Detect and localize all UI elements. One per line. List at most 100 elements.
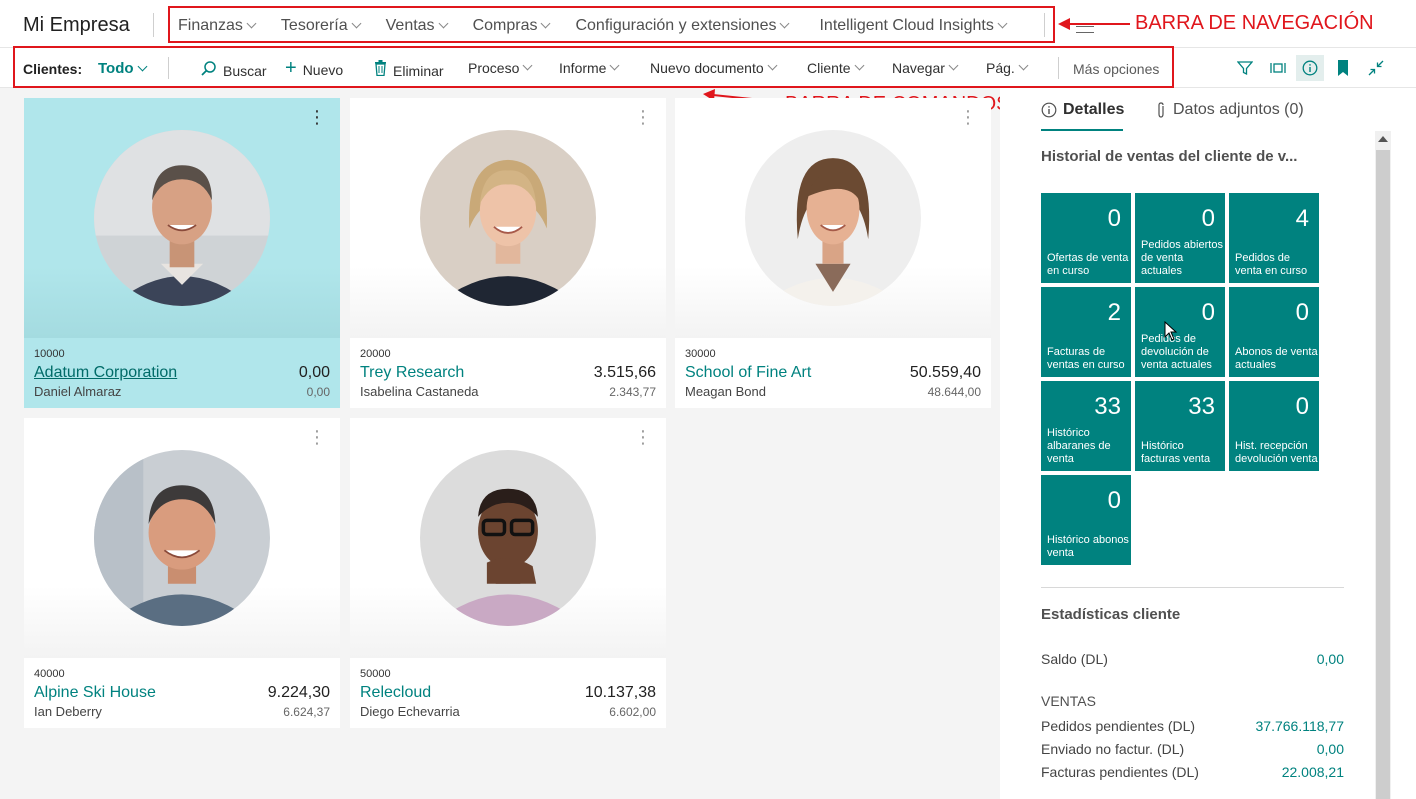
stat-row: Enviado no factur. (DL) 0,00 (1041, 741, 1344, 757)
tab-details[interactable]: Detalles (1041, 101, 1124, 119)
search-icon (200, 60, 217, 82)
stat-value-link[interactable]: 22.008,21 (1282, 764, 1344, 780)
menu-navegar[interactable]: Navegar (892, 60, 959, 76)
customer-card[interactable]: ⋮ 20000 Trey Research 3.515,66 Isabelina… (350, 98, 666, 408)
info-icon[interactable] (1296, 55, 1324, 81)
customer-card[interactable]: ⋮ 40000 Alpine Ski House 9.224,30 Ian De… (24, 418, 340, 728)
customer-number: 30000 (685, 348, 716, 360)
section-title-customer-stats: Estadísticas cliente (1041, 606, 1181, 623)
more-options-icon[interactable]: ⋮ (308, 428, 326, 446)
new-button[interactable]: + Nuevo (285, 57, 343, 80)
active-tab-indicator (1041, 129, 1123, 131)
cue-tile[interactable]: 0 Pedidos de devolución de venta actuales (1135, 287, 1225, 377)
annotation-arrow (1058, 18, 1130, 30)
view-selector[interactable]: Todo (98, 60, 147, 77)
customer-balance: 9.224,30 (267, 684, 330, 701)
paperclip-icon (1158, 101, 1164, 118)
customer-photo (420, 450, 596, 626)
nav-item-tesoreria[interactable]: Tesorería (281, 17, 362, 35)
stat-value-link[interactable]: 37.766.118,77 (1256, 718, 1345, 734)
search-button[interactable]: Buscar (200, 60, 267, 82)
customer-card[interactable]: ⋮ 10000 Adatum Corporation 0,00 Daniel A… (24, 98, 340, 408)
trash-icon (374, 60, 387, 81)
divider (1044, 13, 1045, 37)
menu-proceso[interactable]: Proceso (468, 60, 533, 76)
more-options-icon[interactable]: ⋮ (308, 108, 326, 126)
annotation-label-navbar: BARRA DE NAVEGACIÓN (1135, 12, 1374, 34)
customer-photo (94, 130, 270, 306)
stat-row: Pedidos pendientes (DL) 37.766.118,77 (1041, 718, 1344, 734)
chevron-down-icon (438, 18, 449, 29)
customer-balance: 0,00 (298, 364, 330, 381)
customer-photo (420, 130, 596, 306)
list-view-icon[interactable] (1264, 55, 1292, 81)
customer-number: 40000 (34, 668, 65, 680)
nav-menu: Finanzas Tesorería Ventas Compras Config… (178, 17, 1008, 35)
nav-item-compras[interactable]: Compras (473, 17, 551, 35)
stat-row-saldo: Saldo (DL) 0,00 (1041, 651, 1344, 667)
section-title-sales-history: Historial de ventas del cliente de v... (1041, 148, 1298, 165)
stat-value-link[interactable]: 0,00 (1317, 651, 1344, 667)
tab-attachments[interactable]: Datos adjuntos (0) (1155, 101, 1304, 119)
cue-tile[interactable]: 0 Pedidos abiertos de venta actuales (1135, 193, 1225, 283)
menu-nuevo-documento[interactable]: Nuevo documento (650, 60, 778, 76)
scroll-up-arrow-icon[interactable] (1378, 136, 1388, 142)
filter-icon[interactable] (1231, 55, 1259, 81)
app-title[interactable]: Mi Empresa (23, 14, 130, 37)
more-options-icon[interactable]: ⋮ (959, 108, 977, 126)
customer-card[interactable]: ⋮ 30000 School of Fine Art 50.559,40 Mea… (675, 98, 991, 408)
cue-tile[interactable]: 0 Hist. recepción devolución venta (1229, 381, 1319, 471)
divider (1058, 57, 1059, 79)
customer-name-link[interactable]: Alpine Ski House (34, 684, 156, 702)
section-subtitle-ventas: VENTAS (1041, 693, 1096, 709)
scrollbar-thumb[interactable] (1376, 150, 1390, 799)
customer-name-link[interactable]: Adatum Corporation (34, 364, 177, 382)
customer-photo (745, 130, 921, 306)
chevron-down-icon (541, 18, 551, 29)
customer-number: 10000 (34, 348, 65, 360)
more-options-icon[interactable]: ⋮ (634, 428, 652, 446)
customer-name-link[interactable]: Relecloud (360, 684, 431, 702)
more-options-button[interactable]: Más opciones (1073, 61, 1159, 77)
chevron-down-icon (948, 60, 959, 71)
stat-value-link[interactable]: 0,00 (1317, 741, 1344, 757)
cue-tile[interactable]: 33 Histórico albaranes de venta (1041, 381, 1131, 471)
cue-tile[interactable]: 0 Ofertas de venta en curso (1041, 193, 1131, 283)
cue-tile[interactable]: 33 Histórico facturas venta (1135, 381, 1225, 471)
nav-item-finanzas[interactable]: Finanzas (178, 17, 257, 35)
mouse-cursor-icon (1164, 321, 1178, 341)
collapse-icon[interactable] (1362, 55, 1390, 81)
chevron-down-icon (997, 18, 1008, 29)
plus-icon: + (285, 57, 297, 79)
cue-tile[interactable]: 0 Abonos de venta actuales (1229, 287, 1319, 377)
customer-name-link[interactable]: School of Fine Art (685, 364, 811, 382)
divider (168, 57, 169, 79)
customer-card[interactable]: ⋮ 50000 Relecloud 10.137,38 Diego Echeva… (350, 418, 666, 728)
cue-tile[interactable]: 0 Histórico abonos venta (1041, 475, 1131, 565)
divider (153, 13, 154, 37)
chevron-down-icon (780, 18, 790, 29)
menu-cliente[interactable]: Cliente (807, 60, 865, 76)
nav-item-intelligent-cloud[interactable]: Intelligent Cloud Insights (819, 17, 1008, 35)
customer-photo (94, 450, 270, 626)
nav-item-ventas[interactable]: Ventas (386, 17, 449, 35)
customer-number: 50000 (360, 668, 391, 680)
customer-contact: Ian Deberry (34, 704, 102, 719)
cue-tile[interactable]: 2 Facturas de ventas en curso (1041, 287, 1131, 377)
cue-tile[interactable]: 4 Pedidos de venta en curso (1229, 193, 1319, 283)
nav-item-configuracion[interactable]: Configuración y extensiones (575, 17, 790, 35)
chevron-down-icon (1018, 60, 1029, 71)
customer-name-link[interactable]: Trey Research (360, 364, 464, 382)
more-options-icon[interactable]: ⋮ (634, 108, 652, 126)
divider (1041, 587, 1344, 588)
chevron-down-icon (351, 18, 362, 29)
chevron-down-icon (137, 61, 147, 71)
stat-row: Facturas pendientes (DL) 22.008,21 (1041, 764, 1344, 780)
delete-button[interactable]: Eliminar (374, 60, 444, 81)
menu-informe[interactable]: Informe (559, 60, 620, 76)
info-icon (1041, 102, 1057, 118)
bookmark-icon[interactable] (1329, 55, 1357, 81)
chevron-down-icon (246, 18, 257, 29)
customer-balance: 3.515,66 (593, 364, 656, 381)
menu-pagina[interactable]: Pág. (986, 60, 1029, 76)
